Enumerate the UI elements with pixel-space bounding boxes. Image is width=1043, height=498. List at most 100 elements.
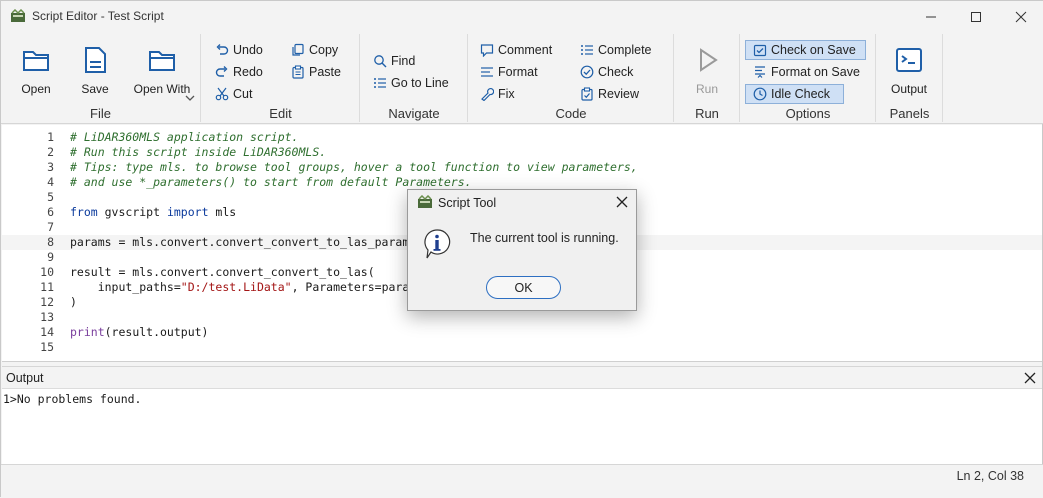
navigate-group: Find Go to Line Navigate bbox=[361, 34, 468, 122]
run-button[interactable]: Run bbox=[685, 44, 729, 96]
folder-open-icon bbox=[23, 51, 49, 71]
code-text: # LiDAR360MLS application script. bbox=[70, 130, 299, 144]
find-label: Find bbox=[391, 54, 416, 68]
paste-button[interactable]: Paste bbox=[291, 62, 341, 82]
chevron-down-icon bbox=[185, 95, 195, 101]
format-button[interactable]: Format bbox=[480, 62, 538, 82]
play-icon bbox=[700, 48, 718, 72]
output-panel-title: Output bbox=[6, 371, 44, 385]
app-icon bbox=[11, 9, 25, 22]
copy-label: Copy bbox=[309, 43, 339, 57]
panels-group-label: Panels bbox=[889, 106, 930, 121]
line-number: 10 bbox=[40, 265, 54, 279]
close-window-button[interactable] bbox=[998, 1, 1043, 32]
maximize-button[interactable] bbox=[953, 1, 999, 32]
close-icon[interactable] bbox=[614, 194, 630, 210]
save-button[interactable]: Save bbox=[73, 44, 117, 96]
line-number: 15 bbox=[40, 340, 54, 354]
title-bar: Script Editor - Test Script bbox=[1, 1, 1043, 32]
code-text: ) bbox=[70, 295, 77, 309]
code-fragment: input_paths= bbox=[70, 280, 181, 294]
undo-label: Undo bbox=[233, 43, 263, 57]
redo-button[interactable]: Redo bbox=[215, 62, 263, 82]
open-button[interactable]: Open bbox=[13, 44, 59, 96]
navigate-group-label: Navigate bbox=[388, 106, 440, 121]
complete-button[interactable]: Complete bbox=[580, 40, 652, 60]
format-icon bbox=[481, 67, 493, 77]
save-icon bbox=[85, 47, 106, 73]
code-text: # Run this script inside LiDAR360MLS. bbox=[70, 145, 327, 159]
minimize-icon bbox=[926, 16, 936, 17]
line-number: 12 bbox=[40, 295, 54, 309]
check-button[interactable]: Check bbox=[580, 62, 633, 82]
check-label: Check bbox=[598, 65, 634, 79]
maximize-icon bbox=[971, 11, 981, 22]
code-fragment: gvscript bbox=[97, 205, 167, 219]
code-group: Comment Format Fix Complete Check Review bbox=[469, 34, 674, 122]
search-icon bbox=[374, 55, 387, 68]
output-panel-button[interactable]: Output bbox=[886, 44, 932, 96]
output-panel-label: Output bbox=[890, 82, 928, 96]
app-icon bbox=[418, 195, 432, 208]
code-line: 14 print(result.output) bbox=[2, 325, 1042, 340]
code-text: input_paths="D:/test.LiData", Parameters… bbox=[70, 280, 423, 295]
info-icon bbox=[424, 229, 451, 259]
code-text: params = mls.convert.convert_convert_to_… bbox=[70, 235, 458, 249]
code-text: print(result.output) bbox=[70, 325, 208, 340]
code-fragment: mls bbox=[208, 205, 237, 219]
minimize-button[interactable] bbox=[908, 1, 954, 32]
open-with-label: Open With bbox=[133, 82, 191, 96]
format-on-save-icon bbox=[755, 66, 765, 78]
redo-label: Redo bbox=[233, 65, 263, 79]
file-group-label: File bbox=[90, 106, 111, 121]
run-group: Run Run bbox=[675, 34, 740, 122]
code-fragment: (result.output) bbox=[104, 325, 209, 339]
undo-button[interactable]: Undo bbox=[215, 40, 263, 60]
script-tool-dialog: Script Tool The current tool is running.… bbox=[407, 189, 637, 311]
open-label: Open bbox=[21, 82, 51, 96]
ok-button[interactable]: OK bbox=[486, 276, 561, 299]
code-text: # and use *_parameters() to start from d… bbox=[70, 175, 472, 189]
fix-button[interactable]: Fix bbox=[480, 84, 515, 104]
options-group: Check on Save Format on Save Idle Check … bbox=[741, 34, 876, 122]
idle-check-label: Idle Check bbox=[771, 87, 831, 101]
code-fragment: , Parameters=params bbox=[291, 280, 424, 294]
line-number: 3 bbox=[47, 160, 54, 174]
comment-button[interactable]: Comment bbox=[480, 40, 552, 60]
code-line: 1 # LiDAR360MLS application script. bbox=[2, 130, 1042, 145]
fix-label: Fix bbox=[498, 87, 515, 101]
output-panel[interactable]: 1>No problems found. bbox=[2, 388, 1042, 464]
code-text: # Tips: type mls. to browse tool groups,… bbox=[70, 160, 638, 174]
review-clipboard-icon bbox=[581, 87, 593, 101]
keyword: import bbox=[166, 205, 209, 219]
comment-icon bbox=[480, 44, 494, 57]
find-button[interactable]: Find bbox=[373, 51, 415, 71]
cursor-position: Ln 2, Col 38 bbox=[956, 469, 1024, 483]
check-on-save-toggle[interactable]: Check on Save bbox=[745, 40, 866, 60]
open-with-button[interactable]: Open With bbox=[131, 44, 195, 101]
clock-icon bbox=[753, 87, 767, 101]
go-to-line-button[interactable]: Go to Line bbox=[373, 73, 449, 93]
check-on-save-icon bbox=[753, 44, 767, 57]
dialog-title: Script Tool bbox=[438, 196, 497, 210]
undo-icon bbox=[216, 44, 229, 55]
close-output-icon[interactable] bbox=[1022, 370, 1038, 386]
save-label: Save bbox=[81, 82, 109, 96]
copy-icon bbox=[292, 43, 304, 56]
line-number: 11 bbox=[40, 280, 54, 294]
format-on-save-toggle[interactable]: Format on Save bbox=[753, 62, 860, 82]
scissors-icon bbox=[215, 87, 229, 101]
list-icon bbox=[374, 78, 386, 88]
review-button[interactable]: Review bbox=[580, 84, 639, 104]
terminal-icon bbox=[896, 48, 922, 72]
line-number: 8 bbox=[47, 235, 54, 249]
check-circle-icon bbox=[580, 65, 594, 79]
line-number: 2 bbox=[47, 145, 54, 159]
wrench-icon bbox=[481, 88, 494, 101]
code-line: 13 bbox=[2, 310, 1042, 325]
format-on-save-label: Format on Save bbox=[771, 65, 860, 79]
idle-check-toggle[interactable]: Idle Check bbox=[745, 84, 844, 104]
format-label: Format bbox=[498, 65, 538, 79]
copy-button[interactable]: Copy bbox=[291, 40, 338, 60]
cut-button[interactable]: Cut bbox=[215, 84, 252, 104]
